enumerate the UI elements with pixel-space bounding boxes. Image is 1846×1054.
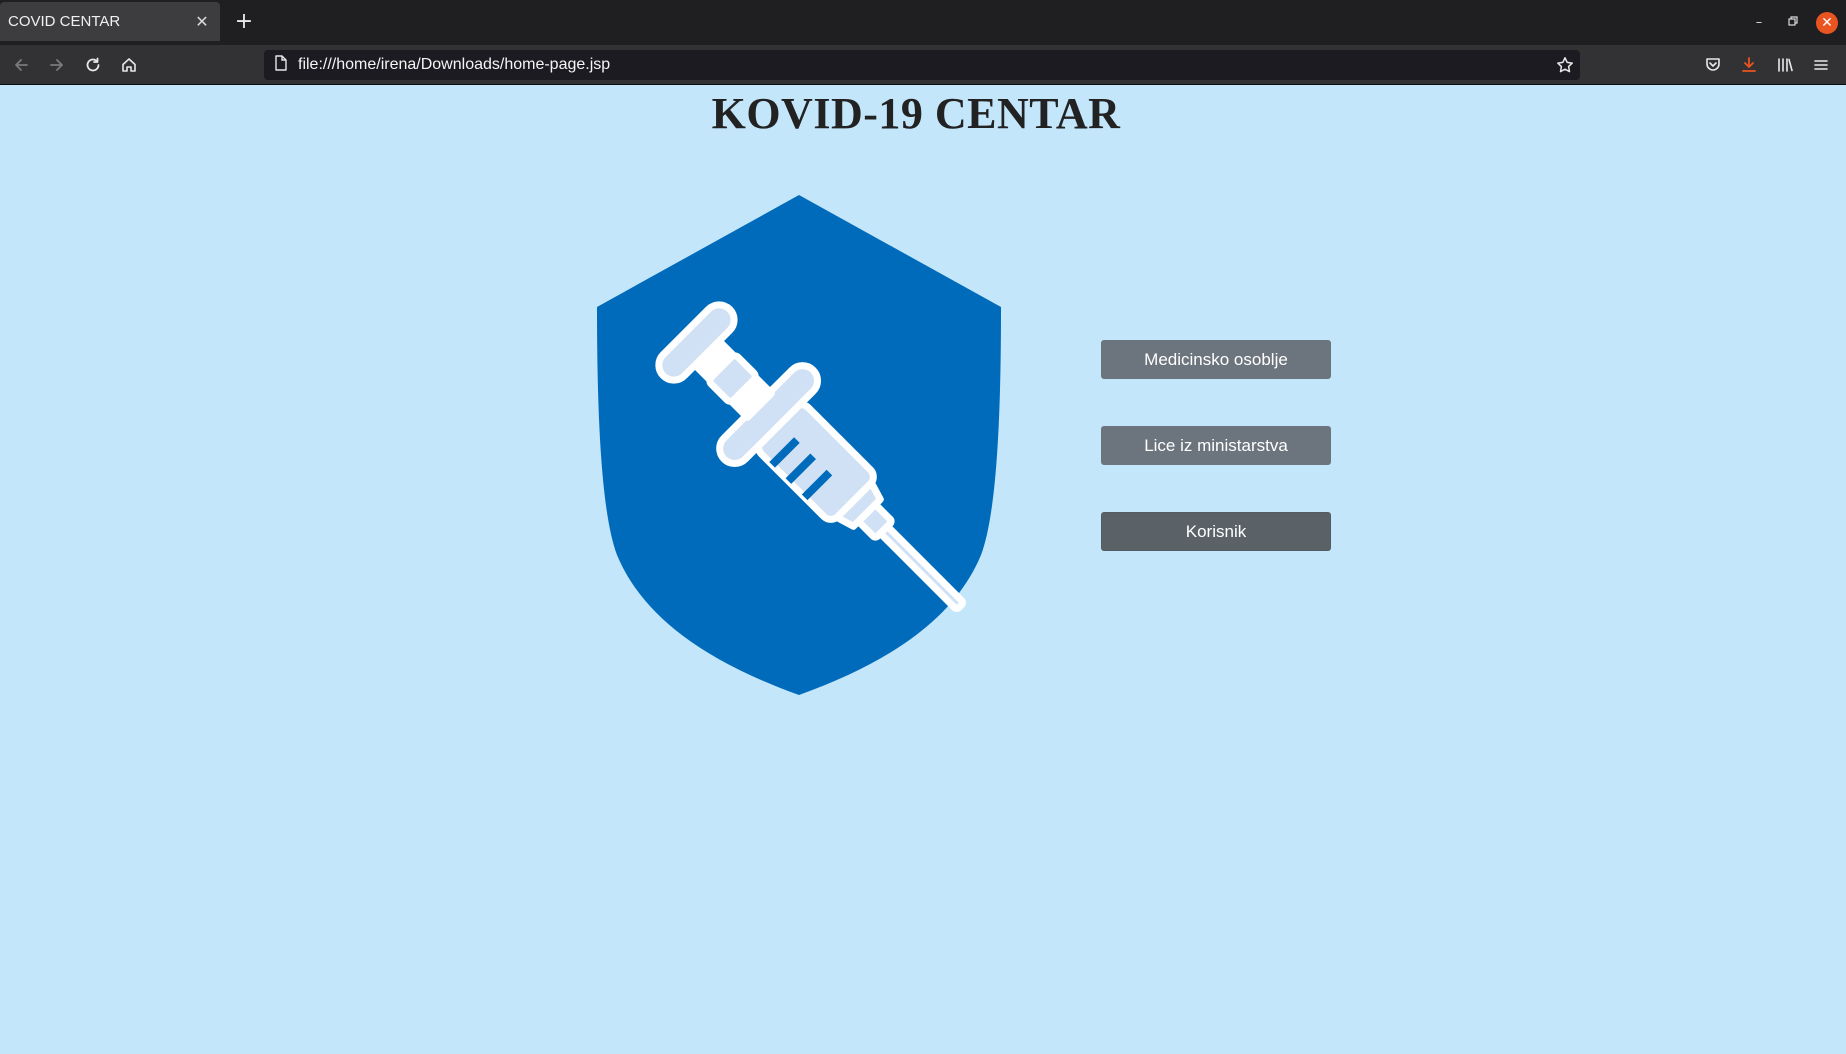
library-icon[interactable]	[1772, 52, 1798, 78]
window-close-icon[interactable]: ✕	[1816, 12, 1838, 34]
tab-title: COVID CENTAR	[8, 13, 121, 30]
tab-close-icon[interactable]: ✕	[192, 12, 212, 31]
back-icon[interactable]	[8, 52, 34, 78]
url-bar[interactable]: file:///home/irena/Downloads/home-page.j…	[264, 50, 1580, 80]
home-icon[interactable]	[116, 52, 142, 78]
new-tab-icon[interactable]: +	[232, 10, 256, 34]
page-title: KOVID-19 CENTAR	[711, 89, 1121, 138]
minimize-icon[interactable]: –	[1748, 12, 1770, 34]
ministry-person-button[interactable]: Lice iz ministarstva	[1101, 426, 1331, 465]
pocket-icon[interactable]	[1700, 52, 1726, 78]
page-icon	[274, 55, 288, 75]
shield-syringe-icon	[596, 195, 1002, 695]
browser-tab[interactable]: COVID CENTAR ✕	[0, 2, 220, 41]
url-text[interactable]: file:///home/irena/Downloads/home-page.j…	[298, 56, 1550, 74]
medical-staff-button[interactable]: Medicinsko osoblje	[1101, 340, 1331, 379]
bookmark-star-icon[interactable]	[1550, 50, 1580, 80]
restore-icon[interactable]	[1782, 12, 1804, 34]
downloads-icon[interactable]	[1736, 52, 1762, 78]
browser-tab-bar: COVID CENTAR ✕ + – ✕	[0, 0, 1846, 45]
user-button[interactable]: Korisnik	[1101, 512, 1331, 551]
menu-icon[interactable]	[1808, 52, 1834, 78]
browser-nav-bar: file:///home/irena/Downloads/home-page.j…	[0, 45, 1846, 85]
forward-icon[interactable]	[44, 52, 70, 78]
reload-icon[interactable]	[80, 52, 106, 78]
